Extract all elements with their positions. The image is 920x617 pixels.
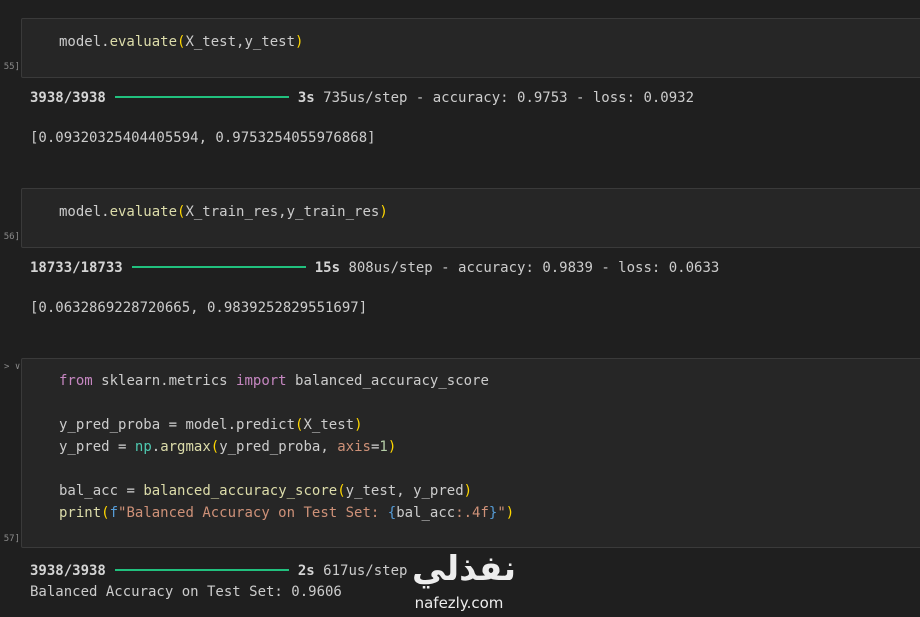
execution-count-1: 55] <box>3 62 20 72</box>
code-line: bal_acc = balanced_accuracy_score(y_test… <box>59 483 473 499</box>
code-cell-3[interactable]: 57] from sklearn.metrics import balanced… <box>4 358 920 548</box>
code-line: print(f"Balanced Accuracy on Test Set: {… <box>59 505 515 521</box>
progress-steps: 18733/18733 <box>30 260 123 276</box>
execution-count-2: 56] <box>3 232 20 242</box>
code-line: y_pred = np.argmax(y_pred_proba, axis=1) <box>59 439 397 455</box>
elapsed-time: 3s <box>297 90 315 106</box>
execution-count-3: 57] <box>3 534 20 544</box>
progress-bar <box>131 266 306 268</box>
elapsed-time: 2s <box>297 563 315 579</box>
code-cell-2[interactable]: 56] model.evaluate(X_train_res,y_train_r… <box>4 188 920 248</box>
nafezly-watermark-logo: نفذلي nafezly.com <box>404 548 524 616</box>
progress-steps: 3938/3938 <box>30 90 106 106</box>
code-cell-1[interactable]: 55] model.evaluate(X_test,y_test) <box>4 18 920 78</box>
result-output-3: Balanced Accuracy on Test Set: 0.9606 <box>30 584 342 600</box>
progress-metrics: 808us/step - accuracy: 0.9839 - loss: 0.… <box>348 260 720 276</box>
elapsed-time: 15s <box>314 260 341 276</box>
code-line: model.evaluate(X_test,y_test) <box>59 34 304 50</box>
code-line: y_pred_proba = model.predict(X_test) <box>59 417 363 433</box>
code-line: from sklearn.metrics import balanced_acc… <box>59 373 489 389</box>
notebook-page: 55] model.evaluate(X_test,y_test) 3938/3… <box>0 0 920 617</box>
watermark-arabic-text: نفذلي <box>411 549 517 589</box>
watermark-latin-text: nafezly.com <box>414 594 504 612</box>
progress-output-3: 3938/3938 2s 617us/step <box>30 561 407 581</box>
code-line: model.evaluate(X_train_res,y_train_res) <box>59 204 388 220</box>
progress-steps: 3938/3938 <box>30 563 106 579</box>
progress-metrics: 735us/step - accuracy: 0.9753 - loss: 0.… <box>323 90 695 106</box>
progress-bar <box>114 96 289 98</box>
result-output-1: [0.09320325404405594, 0.9753254055976868… <box>30 130 376 146</box>
collapse-chevron-icon[interactable]: > ∨ <box>4 362 20 372</box>
progress-output-1: 3938/3938 3s 735us/step - accuracy: 0.975… <box>30 88 694 108</box>
progress-bar <box>114 569 289 571</box>
progress-output-2: 18733/18733 15s 808us/step - accuracy: 0.… <box>30 258 719 278</box>
result-output-2: [0.0632869228720665, 0.9839252829551697] <box>30 300 368 316</box>
progress-metrics: 617us/step <box>323 563 408 579</box>
